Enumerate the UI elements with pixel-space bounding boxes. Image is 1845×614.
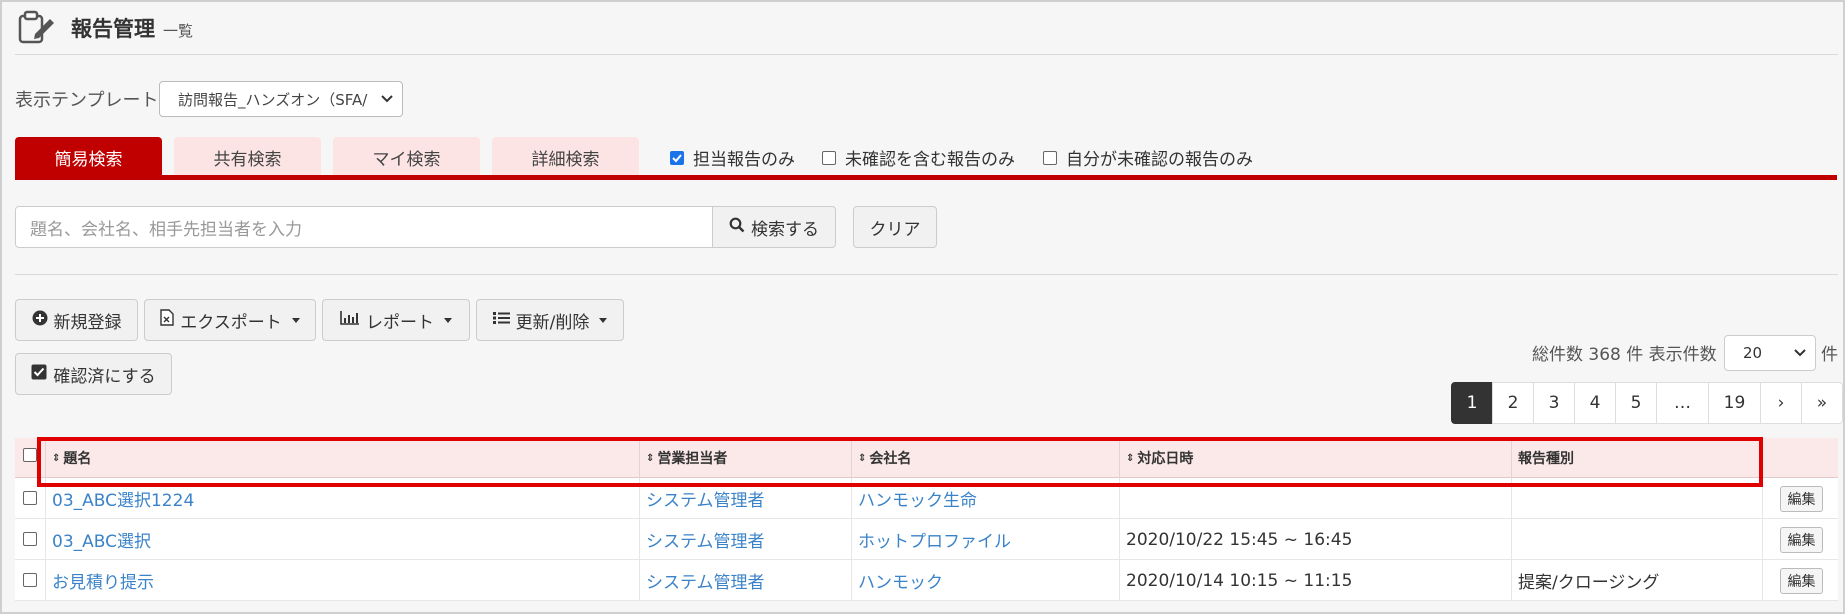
tab-shared-search[interactable]: 共有検索 bbox=[174, 137, 321, 177]
filter-include-unconfirmed-label: 未確認を含む報告のみ bbox=[845, 150, 1015, 170]
row-report-type: 提案/クロージング bbox=[1511, 560, 1762, 601]
caret-down-icon bbox=[291, 317, 300, 323]
clear-button[interactable]: クリア bbox=[853, 206, 937, 248]
edit-button[interactable]: 編集 bbox=[1780, 486, 1823, 512]
per-page-select[interactable]: 20 bbox=[1724, 335, 1816, 371]
divider bbox=[15, 274, 1838, 275]
new-button[interactable]: 新規登録 bbox=[15, 299, 138, 341]
update-delete-button-label: 更新/削除 bbox=[515, 312, 590, 333]
pagination: 1 2 3 4 5 … 19 › » bbox=[1451, 382, 1843, 424]
filter-include-unconfirmed[interactable]: 未確認を含む報告のみ bbox=[822, 145, 1015, 170]
checkbox-checked-icon[interactable] bbox=[670, 150, 684, 165]
tab-my-search[interactable]: マイ検索 bbox=[333, 137, 480, 177]
page-ellipsis: … bbox=[1656, 382, 1709, 424]
export-button-label: エクスポート bbox=[180, 312, 282, 333]
tab-underline bbox=[15, 175, 1837, 180]
page-subtitle: 一覧 bbox=[163, 21, 194, 40]
page-19[interactable]: 19 bbox=[1708, 382, 1761, 424]
template-select[interactable]: 訪問報告_ハンズオン（SFA/ bbox=[159, 81, 403, 117]
page-header: 報告管理 一覧 bbox=[17, 8, 193, 48]
row-title-link[interactable]: 03_ABC選択 bbox=[45, 519, 639, 560]
per-page-unit: 件 bbox=[1821, 345, 1838, 365]
row-datetime: 2020/10/14 10:15 ~ 11:15 bbox=[1119, 560, 1511, 601]
divider bbox=[15, 54, 1838, 55]
edit-button[interactable]: 編集 bbox=[1780, 568, 1823, 594]
filter-self-unconfirmed[interactable]: 自分が未確認の報告のみ bbox=[1043, 145, 1253, 170]
page-3[interactable]: 3 bbox=[1533, 382, 1575, 424]
select-all-checkbox[interactable] bbox=[23, 448, 37, 462]
search-icon bbox=[729, 217, 745, 238]
list-icon bbox=[492, 310, 510, 330]
template-label: 表示テンプレート bbox=[15, 90, 159, 111]
template-select-value: 訪問報告_ハンズオン（SFA/ bbox=[178, 90, 368, 109]
bar-chart-icon bbox=[340, 310, 360, 330]
page-last[interactable]: » bbox=[1801, 382, 1843, 424]
table-row: 03_ABC選択 システム管理者 ホットプロファイル 2020/10/22 15… bbox=[15, 519, 1838, 560]
search-button-label: 検索する bbox=[751, 219, 819, 240]
update-delete-button[interactable]: 更新/削除 bbox=[476, 299, 624, 341]
excel-file-icon bbox=[160, 309, 174, 331]
per-page-value: 20 bbox=[1743, 344, 1763, 362]
page-4[interactable]: 4 bbox=[1574, 382, 1616, 424]
total-count: 総件数 368 件 表示件数 bbox=[1532, 345, 1717, 365]
export-button[interactable]: エクスポート bbox=[144, 299, 316, 341]
filter-self-unconfirmed-label: 自分が未確認の報告のみ bbox=[1066, 150, 1253, 170]
mark-confirmed-button-label: 確認済にする bbox=[53, 366, 156, 387]
filter-my-reports[interactable]: 担当報告のみ bbox=[670, 145, 795, 170]
plus-circle-icon bbox=[32, 310, 48, 331]
page-title: 報告管理 bbox=[71, 17, 155, 41]
row-checkbox[interactable] bbox=[23, 573, 37, 587]
row-checkbox[interactable] bbox=[23, 532, 37, 546]
page-5[interactable]: 5 bbox=[1615, 382, 1657, 424]
checkbox-icon[interactable] bbox=[1043, 150, 1057, 165]
row-company-link[interactable]: ホットプロファイル bbox=[851, 519, 1119, 560]
chevron-down-icon bbox=[380, 91, 394, 109]
row-company-link[interactable]: ハンモック bbox=[851, 560, 1119, 601]
search-button[interactable]: 検索する bbox=[712, 206, 836, 248]
row-report-type bbox=[1511, 519, 1762, 560]
report-button-label: レポート bbox=[366, 312, 434, 333]
row-datetime: 2020/10/22 15:45 ~ 16:45 bbox=[1119, 519, 1511, 560]
edit-button[interactable]: 編集 bbox=[1780, 527, 1823, 553]
caret-down-icon bbox=[599, 317, 608, 323]
report-edit-icon bbox=[17, 9, 57, 47]
checkbox-icon[interactable] bbox=[822, 150, 836, 165]
tab-detail-search[interactable]: 詳細検索 bbox=[492, 137, 639, 177]
row-checkbox[interactable] bbox=[23, 491, 37, 505]
column-actions bbox=[1762, 438, 1838, 478]
page-next[interactable]: › bbox=[1760, 382, 1802, 424]
page-1[interactable]: 1 bbox=[1451, 382, 1493, 424]
row-sales-rep-link[interactable]: システム管理者 bbox=[639, 560, 851, 601]
filter-my-reports-label: 担当報告のみ bbox=[693, 150, 795, 170]
page-2[interactable]: 2 bbox=[1492, 382, 1534, 424]
search-input[interactable]: 題名、会社名、相手先担当者を入力 bbox=[15, 206, 713, 248]
mark-confirmed-button[interactable]: 確認済にする bbox=[15, 353, 172, 395]
row-sales-rep-link[interactable]: システム管理者 bbox=[639, 519, 851, 560]
row-title-link[interactable]: お見積り提示 bbox=[45, 560, 639, 601]
report-button[interactable]: レポート bbox=[322, 299, 470, 341]
new-button-label: 新規登録 bbox=[53, 312, 122, 333]
caret-down-icon bbox=[444, 317, 452, 323]
table-row: お見積り提示 システム管理者 ハンモック 2020/10/14 10:15 ~ … bbox=[15, 560, 1838, 601]
tab-simple-search[interactable]: 簡易検索 bbox=[15, 137, 162, 177]
chevron-down-icon bbox=[1793, 345, 1807, 363]
highlight-box bbox=[37, 437, 1763, 487]
check-square-icon bbox=[31, 364, 47, 385]
